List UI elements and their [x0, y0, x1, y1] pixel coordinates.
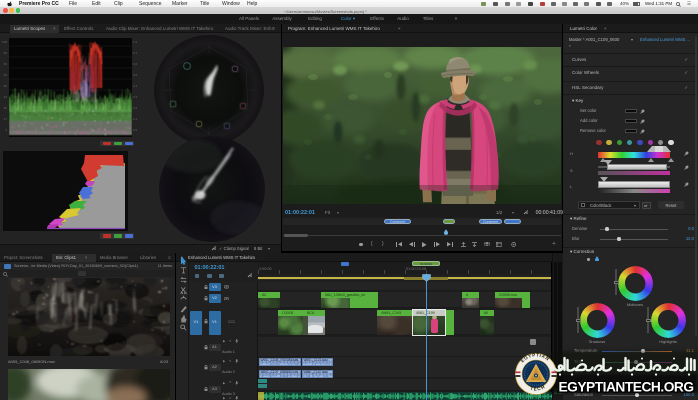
svg-text:EGYPTIANTECH.ORG: EGYPTIANTECH.ORG	[558, 378, 693, 394]
